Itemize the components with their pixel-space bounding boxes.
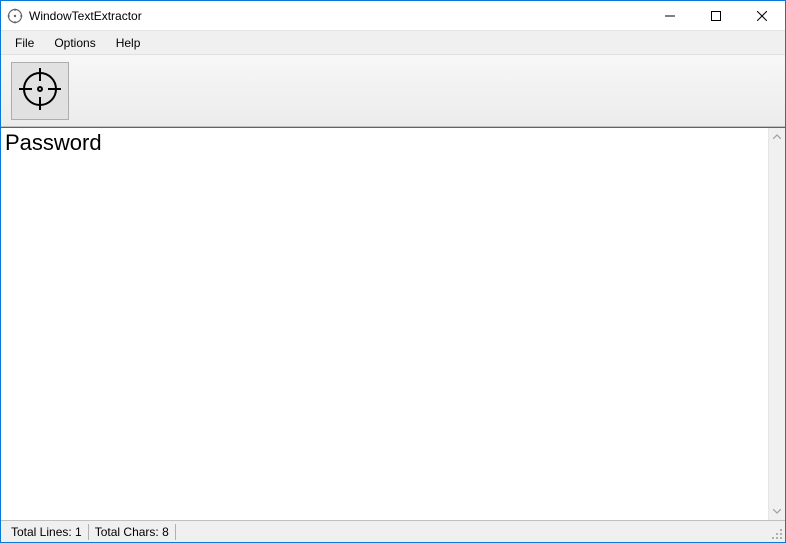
app-window: WindowTextExtractor File Options Help <box>0 0 786 543</box>
crosshair-tool-button[interactable] <box>11 62 69 120</box>
maximize-button[interactable] <box>693 1 739 30</box>
menu-help[interactable]: Help <box>106 34 151 52</box>
status-total-lines: Total Lines: 1 <box>5 524 89 540</box>
menu-options[interactable]: Options <box>44 34 105 52</box>
status-lines-value: 1 <box>75 525 82 539</box>
menubar: File Options Help <box>1 31 785 55</box>
status-total-chars: Total Chars: 8 <box>89 524 176 540</box>
close-button[interactable] <box>739 1 785 30</box>
minimize-button[interactable] <box>647 1 693 30</box>
titlebar[interactable]: WindowTextExtractor <box>1 1 785 31</box>
resize-gripper[interactable] <box>765 522 783 540</box>
crosshair-icon <box>18 67 62 114</box>
content-area: Password <box>1 127 785 520</box>
status-chars-label: Total Chars: <box>95 525 159 539</box>
app-icon <box>7 8 23 24</box>
status-lines-label: Total Lines: <box>11 525 72 539</box>
scroll-up-icon[interactable] <box>769 128 785 145</box>
menu-file[interactable]: File <box>5 34 44 52</box>
scroll-down-icon[interactable] <box>769 503 785 520</box>
window-title: WindowTextExtractor <box>29 9 142 23</box>
extracted-text-area[interactable]: Password <box>1 128 768 520</box>
window-controls <box>647 1 785 30</box>
vertical-scrollbar[interactable] <box>768 128 785 520</box>
status-chars-value: 8 <box>162 525 169 539</box>
statusbar: Total Lines: 1 Total Chars: 8 <box>1 520 785 542</box>
toolbar <box>1 55 785 127</box>
